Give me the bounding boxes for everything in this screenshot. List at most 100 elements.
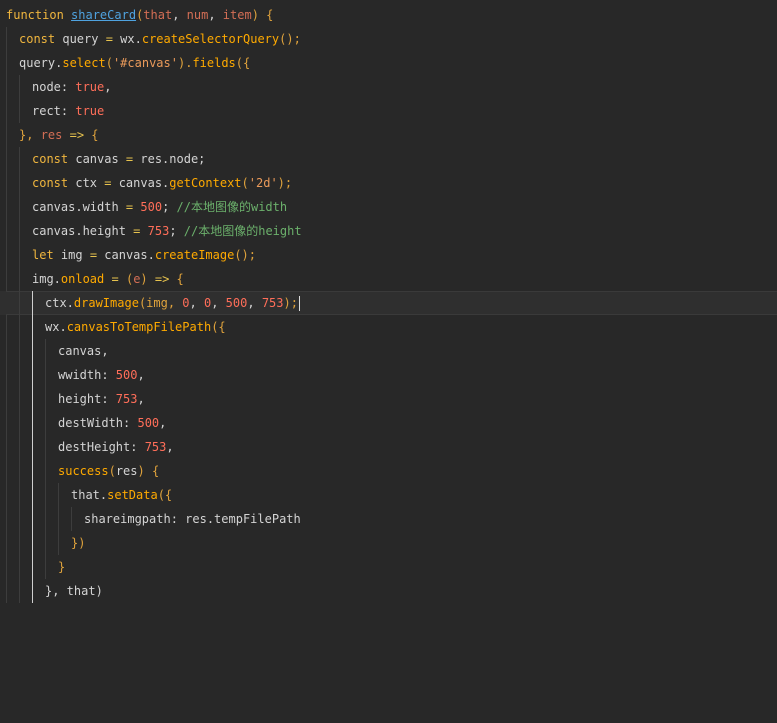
indent-guide xyxy=(19,195,20,219)
indent-guide xyxy=(19,507,20,531)
indent-guide xyxy=(19,267,20,291)
line-22-code: shareimgpath: res.tempFilePath xyxy=(84,507,301,531)
indent-guide xyxy=(19,147,20,171)
code-token: , xyxy=(137,392,145,406)
line-4-code: node: true, xyxy=(32,75,112,99)
code-line[interactable]: that.setData({ xyxy=(0,483,777,507)
line-25-code: }, that) xyxy=(45,579,103,603)
code-line[interactable]: destWidth: 500, xyxy=(0,411,777,435)
indent-guide xyxy=(19,483,20,507)
code-line[interactable]: const canvas = res.node; xyxy=(0,147,777,171)
code-token: 500 xyxy=(140,200,163,214)
indent-guide xyxy=(6,267,7,291)
line-8-code: const ctx = canvas.getContext('2d'); xyxy=(32,171,292,195)
code-token: num xyxy=(186,8,209,22)
code-token: ({ xyxy=(157,488,173,502)
code-token: 0 xyxy=(182,296,190,310)
code-token: }, xyxy=(19,128,41,142)
code-token: => xyxy=(69,128,85,142)
code-line[interactable]: height: 753, xyxy=(0,387,777,411)
indent-guide xyxy=(6,123,7,147)
code-token: shareCard xyxy=(71,8,137,22)
code-line[interactable]: }) xyxy=(0,531,777,555)
code-token: (img, xyxy=(138,296,183,310)
code-token: ({ xyxy=(235,56,251,70)
code-token: wx. xyxy=(45,320,67,334)
code-line[interactable]: const query = wx.createSelectorQuery(); xyxy=(0,27,777,51)
code-token: res.node; xyxy=(133,152,206,166)
code-token: that. xyxy=(71,488,108,502)
indent-guide xyxy=(45,387,46,411)
code-token: canvas.height xyxy=(32,224,134,238)
indent-guide xyxy=(6,243,7,267)
code-line[interactable]: canvas.height = 753; //本地图像的height xyxy=(0,219,777,243)
code-line[interactable]: } xyxy=(0,555,777,579)
indent-guide xyxy=(6,315,7,339)
code-line[interactable]: }, that) xyxy=(0,579,777,603)
indent-guide xyxy=(19,579,20,603)
code-token: '#canvas' xyxy=(112,56,178,70)
indent-guide xyxy=(45,435,46,459)
code-line[interactable]: canvas.width = 500; //本地图像的width xyxy=(0,195,777,219)
line-5-code: rect: true xyxy=(32,99,104,123)
code-token: } xyxy=(58,560,66,574)
code-token: res xyxy=(40,128,63,142)
code-token: height: xyxy=(58,392,116,406)
indent-guide xyxy=(45,363,46,387)
active-indent-guide xyxy=(32,531,33,555)
indent-guide xyxy=(6,99,7,123)
code-line[interactable]: function shareCard(that, num, item) { xyxy=(0,3,777,27)
code-line[interactable]: }, res => { xyxy=(0,123,777,147)
text-cursor xyxy=(298,296,300,311)
line-23-code: }) xyxy=(71,531,85,555)
code-token: 753 xyxy=(147,224,170,238)
indent-guide xyxy=(45,339,46,363)
code-token: destWidth: xyxy=(58,416,138,430)
code-token: let xyxy=(32,248,54,262)
code-line[interactable]: rect: true xyxy=(0,99,777,123)
code-token: ( xyxy=(118,272,134,286)
code-line[interactable]: let img = canvas.createImage(); xyxy=(0,243,777,267)
active-indent-guide xyxy=(32,459,33,483)
code-line[interactable]: node: true, xyxy=(0,75,777,99)
active-indent-guide xyxy=(32,315,33,339)
line-19-code: destHeight: 753, xyxy=(58,435,174,459)
code-token: 500 xyxy=(225,296,248,310)
code-editor[interactable]: function shareCard(that, num, item) { co… xyxy=(0,0,777,609)
code-token: '2d' xyxy=(248,176,278,190)
code-line[interactable]: img.onload = (e) => { xyxy=(0,267,777,291)
indent-guide xyxy=(45,555,46,579)
code-token: canvas xyxy=(68,152,126,166)
indent-guide xyxy=(19,291,20,315)
code-token: onload xyxy=(60,272,105,286)
code-token: canvas, xyxy=(58,344,109,358)
line-10-code: canvas.height = 753; //本地图像的height xyxy=(32,219,302,243)
code-line[interactable]: canvas, xyxy=(0,339,777,363)
code-token: const xyxy=(19,32,56,46)
active-indent-guide xyxy=(32,507,33,531)
code-line[interactable]: wx.canvasToTempFilePath({ xyxy=(0,315,777,339)
code-token: ( xyxy=(108,464,116,478)
code-line[interactable]: shareimgpath: res.tempFilePath xyxy=(0,507,777,531)
code-token: => xyxy=(154,272,170,286)
current-line[interactable]: ctx.drawImage(img, 0, 0, 500, 753); xyxy=(0,291,777,315)
code-line[interactable]: success(res) { xyxy=(0,459,777,483)
indent-guide xyxy=(58,507,59,531)
code-line[interactable]: query.select('#canvas').fields({ xyxy=(0,51,777,75)
code-token: 753 xyxy=(115,392,138,406)
line-14-code: wx.canvasToTempFilePath({ xyxy=(45,315,226,339)
code-line[interactable]: const ctx = canvas.getContext('2d'); xyxy=(0,171,777,195)
indent-guide xyxy=(19,387,20,411)
code-token: canvas. xyxy=(97,248,155,262)
code-token: ; xyxy=(162,200,177,214)
indent-guide xyxy=(19,435,20,459)
code-token: shareimgpath: res.tempFilePath xyxy=(84,512,301,526)
code-line[interactable]: destHeight: 753, xyxy=(0,435,777,459)
code-token: //本地图像的height xyxy=(183,224,302,238)
indent-guide xyxy=(6,147,7,171)
code-token: true xyxy=(75,80,105,94)
line-11-code: let img = canvas.createImage(); xyxy=(32,243,256,267)
code-line[interactable]: wwidth: 500, xyxy=(0,363,777,387)
code-token: , xyxy=(247,296,262,310)
